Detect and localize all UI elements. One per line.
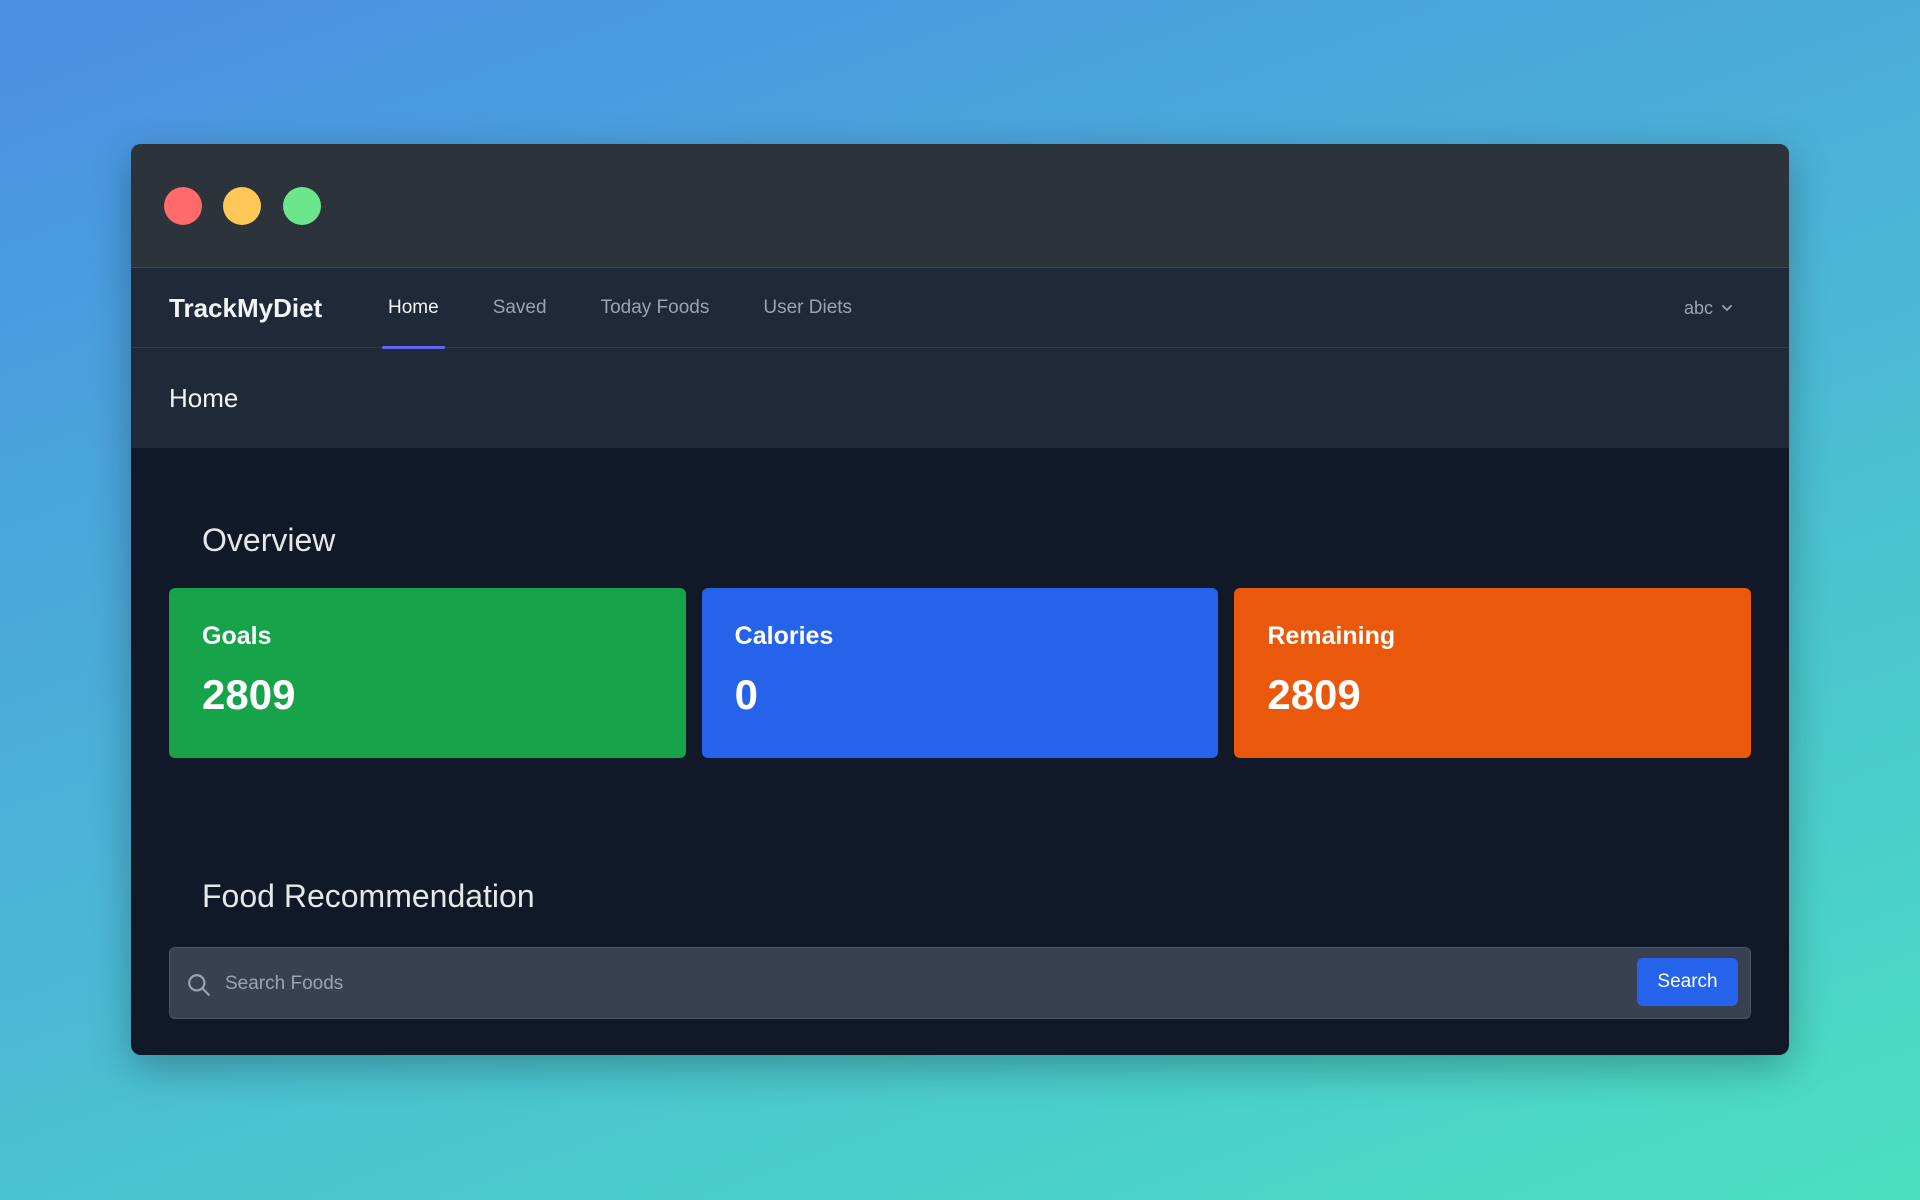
- navbar: TrackMyDiet Home Saved Today Foods User …: [131, 268, 1789, 349]
- chevron-down-icon: [1722, 305, 1732, 311]
- remaining-label: Remaining: [1267, 622, 1396, 650]
- nav-link-user-diets[interactable]: User Diets: [757, 268, 858, 348]
- food-search-bar: Search: [169, 947, 1751, 1019]
- main-content: Overview Goals 2809 Calories 0 Remaining…: [131, 520, 1789, 1019]
- user-menu[interactable]: abc: [1684, 268, 1733, 348]
- app-window: TrackMyDiet Home Saved Today Foods User …: [131, 144, 1789, 1055]
- minimize-window-button[interactable]: [223, 187, 261, 225]
- page-title: Home: [169, 382, 239, 413]
- calories-label: Calories: [734, 622, 834, 650]
- user-name: abc: [1683, 297, 1713, 318]
- calories-card: Calories 0: [701, 588, 1219, 758]
- remaining-card: Remaining 2809: [1234, 588, 1752, 758]
- window-titlebar: [131, 144, 1789, 268]
- search-icon: [188, 974, 210, 996]
- overview-heading: Overview: [202, 522, 336, 558]
- goals-label: Goals: [202, 622, 272, 650]
- close-window-button[interactable]: [164, 187, 202, 225]
- food-recommendation-heading: Food Recommendation: [202, 878, 535, 914]
- search-button[interactable]: Search: [1637, 958, 1738, 1006]
- remaining-value: 2809: [1267, 671, 1361, 718]
- brand-logo[interactable]: TrackMyDiet: [169, 268, 322, 348]
- nav-link-today-foods[interactable]: Today Foods: [595, 268, 716, 348]
- page-header: Home: [131, 348, 1789, 448]
- nav-links: Home Saved Today Foods User Diets: [382, 268, 900, 349]
- overview-cards: Goals 2809 Calories 0 Remaining 2809: [169, 588, 1752, 758]
- nav-link-home[interactable]: Home: [382, 268, 445, 349]
- goals-value: 2809: [202, 671, 296, 718]
- maximize-window-button[interactable]: [283, 187, 321, 225]
- nav-link-saved[interactable]: Saved: [487, 268, 553, 348]
- goals-card: Goals 2809: [169, 588, 686, 758]
- food-search-input[interactable]: [225, 966, 1615, 1002]
- calories-value: 0: [734, 671, 759, 718]
